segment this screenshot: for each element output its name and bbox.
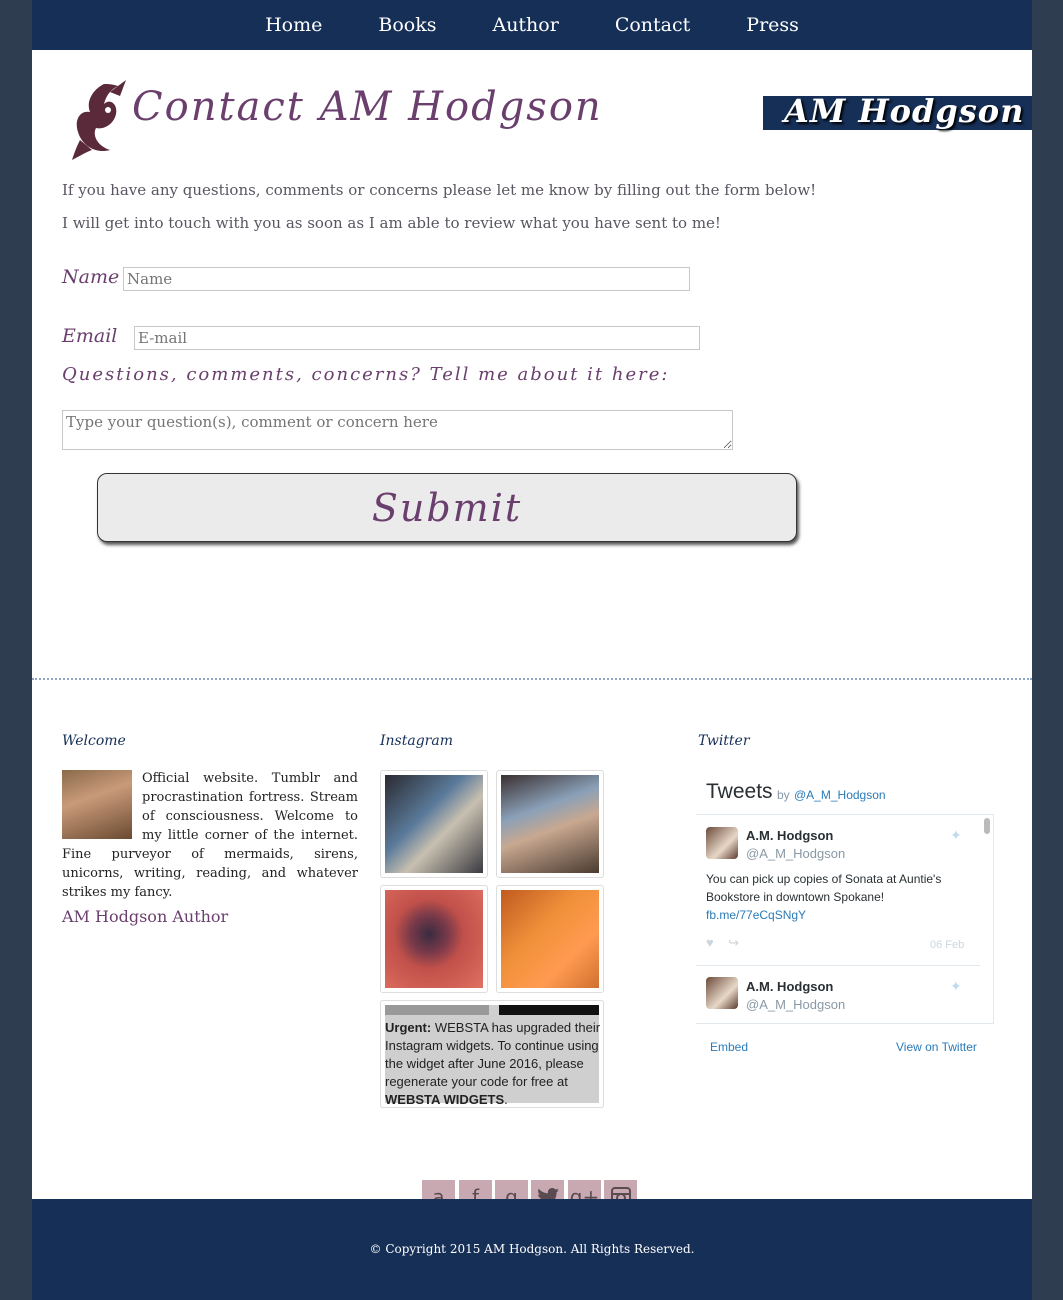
section-divider [32, 678, 1032, 680]
brand-name: AM Hodgson [784, 92, 1025, 130]
notice-photo-strip [499, 1005, 599, 1015]
tweet-author-name[interactable]: A.M. Hodgson [746, 828, 833, 843]
tweet-feed[interactable]: A.M. Hodgson @A_M_Hodgson ✦ You can pick… [696, 814, 994, 1024]
tweet-author-handle[interactable]: @A_M_Hodgson [746, 997, 845, 1012]
submit-button[interactable]: Submit [97, 473, 797, 542]
share-icon[interactable]: ↪ [728, 935, 739, 950]
mermaid-logo-icon [72, 80, 126, 160]
tweet-body: You can pick up copies of Sonata at Aunt… [706, 872, 942, 904]
instagram-photo[interactable] [496, 770, 604, 878]
email-label: Email [62, 325, 118, 347]
instagram-photo[interactable] [380, 885, 488, 993]
nav-contact[interactable]: Contact [615, 14, 690, 36]
top-nav: Home Books Author Contact Press [32, 0, 1032, 50]
websta-widgets-link[interactable]: WEBSTA WIDGETS [385, 1092, 504, 1107]
twitter-widget: Tweets by @A_M_Hodgson A.M. Hodgson @A_M… [696, 768, 994, 1064]
author-link[interactable]: AM Hodgson Author [62, 907, 228, 926]
instagram-title: Instagram [380, 733, 453, 749]
tweet-date[interactable]: 06 Feb [930, 939, 964, 951]
feed-scrollbar[interactable] [984, 818, 990, 834]
tweet-text: You can pick up copies of Sonata at Aunt… [706, 870, 966, 924]
nav-home[interactable]: Home [265, 14, 322, 36]
welcome-title: Welcome [62, 733, 126, 749]
embed-link[interactable]: Embed [710, 1040, 748, 1054]
tweet-author-name[interactable]: A.M. Hodgson [746, 979, 833, 994]
nav-press[interactable]: Press [746, 14, 799, 36]
intro-line-2: I will get into touch with you as soon a… [62, 214, 721, 232]
instagram-photo[interactable] [496, 885, 604, 993]
view-on-twitter-link[interactable]: View on Twitter [896, 1040, 977, 1054]
page-title: Contact AM Hodgson [132, 84, 603, 130]
nav-books[interactable]: Books [378, 14, 436, 36]
intro-line-1: If you have any questions, comments or c… [62, 181, 817, 199]
page: Home Books Author Contact Press Contact … [32, 0, 1032, 1300]
notice-bold: Urgent: [385, 1020, 432, 1035]
notice-message: Urgent: WEBSTA has upgraded their Instag… [385, 1019, 605, 1109]
twitter-bird-icon[interactable]: ✦ [950, 827, 966, 843]
notice-photo-strip [385, 1005, 489, 1015]
avatar[interactable] [706, 827, 738, 859]
twitter-title: Twitter [698, 733, 750, 749]
avatar[interactable] [706, 977, 738, 1009]
instagram-notice: Urgent: WEBSTA has upgraded their Instag… [380, 1000, 604, 1108]
like-heart-icon[interactable]: ♥ [706, 935, 714, 950]
author-avatar [62, 770, 132, 839]
name-label: Name [62, 266, 120, 288]
tweet-author-handle[interactable]: @A_M_Hodgson [746, 846, 845, 861]
tweets-by: by [777, 788, 790, 802]
tweet-separator [696, 965, 980, 966]
twitter-handle-link[interactable]: @A_M_Hodgson [794, 788, 886, 802]
tweet-actions: ♥ ↪ [706, 935, 739, 951]
notice-end: . [504, 1092, 508, 1107]
copyright: © Copyright 2015 AM Hodgson. All Rights … [369, 1242, 695, 1256]
nav-author[interactable]: Author [492, 14, 558, 36]
email-input[interactable] [134, 326, 700, 350]
tweet-link[interactable]: fb.me/77eCqSNgY [706, 908, 806, 922]
name-input[interactable] [123, 267, 690, 291]
twitter-bird-icon[interactable]: ✦ [950, 978, 966, 994]
tweets-heading: Tweets [706, 780, 773, 803]
message-label: Questions, comments, concerns? Tell me a… [62, 364, 670, 385]
message-textarea[interactable] [62, 410, 733, 450]
instagram-photo[interactable] [380, 770, 488, 878]
